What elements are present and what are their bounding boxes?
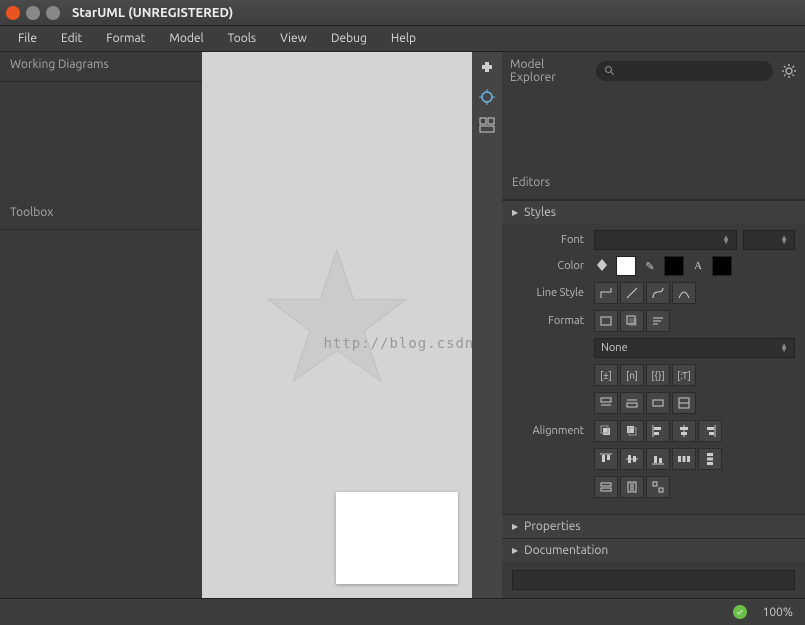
properties-section-header[interactable]: ▶ Properties <box>502 514 805 538</box>
search-icon <box>604 65 616 77</box>
color-label: Color <box>512 260 588 272</box>
maximize-icon[interactable] <box>46 6 60 20</box>
menu-edit[interactable]: Edit <box>49 28 94 49</box>
styles-section-header[interactable]: ▶ Styles <box>502 200 805 224</box>
distribute-vertical-button[interactable] <box>698 448 722 470</box>
show-visibility-button[interactable]: [±] <box>594 364 618 386</box>
align-bottom-button[interactable] <box>646 448 670 470</box>
menu-help[interactable]: Help <box>379 28 428 49</box>
toolbox-panel: Toolbox <box>0 200 202 598</box>
status-ok-icon[interactable]: ✓ <box>733 605 747 619</box>
gear-icon[interactable] <box>781 63 797 79</box>
right-column: Model Explorer Editors ▶ Styles Font <box>502 52 805 598</box>
documentation-textarea[interactable] <box>512 570 795 590</box>
show-shadow-button[interactable] <box>620 310 644 332</box>
align-right-button[interactable] <box>698 420 722 442</box>
staruml-logo-icon <box>262 243 412 393</box>
diagram-canvas[interactable]: http://blog.csdn.net/ <box>202 52 472 598</box>
suppress-attributes-button[interactable] <box>594 392 618 414</box>
editors-panel: Editors ▶ Styles Font ▲▼ ▲▼ Color <box>502 170 805 598</box>
chevron-right-icon: ▶ <box>512 522 518 531</box>
suppress-operations-button[interactable] <box>620 392 644 414</box>
window-titlebar: StarUML (UNREGISTERED) <box>0 0 805 26</box>
distribute-horizontal-button[interactable] <box>672 448 696 470</box>
linestyle-curve-button[interactable] <box>672 282 696 304</box>
match-height-button[interactable] <box>620 476 644 498</box>
documentation-label: Documentation <box>524 544 608 557</box>
working-diagrams-header: Working Diagrams <box>0 52 202 82</box>
working-diagrams-panel: Working Diagrams <box>0 52 202 200</box>
canvas-tool-strip <box>472 52 502 598</box>
chevron-right-icon: ▶ <box>512 546 518 555</box>
window-buttons <box>6 6 60 20</box>
suppress-literals-button[interactable] <box>672 392 696 414</box>
documentation-section-header[interactable]: ▶ Documentation <box>502 538 805 562</box>
align-middle-button[interactable] <box>620 448 644 470</box>
align-top-button[interactable] <box>594 448 618 470</box>
font-size-combo[interactable]: ▲▼ <box>743 230 795 250</box>
linestyle-label: Line Style <box>512 287 588 299</box>
font-family-combo[interactable]: ▲▼ <box>594 230 737 250</box>
minimize-icon[interactable] <box>26 6 40 20</box>
extension-icon[interactable] <box>478 60 496 78</box>
toolbox-header: Toolbox <box>0 200 202 230</box>
menu-model[interactable]: Model <box>157 28 215 49</box>
menubar: File Edit Format Model Tools View Debug … <box>0 26 805 52</box>
styles-label: Styles <box>524 206 556 219</box>
editors-header: Editors <box>502 170 805 200</box>
layout-icon[interactable] <box>478 116 496 134</box>
main-area: Working Diagrams Toolbox http://blog.csd… <box>0 52 805 598</box>
center-column: http://blog.csdn.net/ <box>202 52 502 598</box>
close-icon[interactable] <box>6 6 20 20</box>
model-explorer-panel: Model Explorer <box>502 52 805 170</box>
minimap[interactable] <box>336 492 458 584</box>
font-color-icon[interactable]: A <box>690 258 706 274</box>
align-center-button[interactable] <box>672 420 696 442</box>
search-box[interactable] <box>596 61 773 81</box>
bring-to-front-button[interactable] <box>594 420 618 442</box>
linestyle-rectilinear-button[interactable] <box>594 282 618 304</box>
linestyle-oblique-button[interactable] <box>620 282 644 304</box>
stereotype-display-combo[interactable]: None▲▼ <box>594 338 795 358</box>
alignment-label: Alignment <box>512 425 588 437</box>
word-wrap-button[interactable] <box>646 310 670 332</box>
documentation-body <box>502 562 805 598</box>
window-title: StarUML (UNREGISTERED) <box>72 6 233 20</box>
font-label: Font <box>512 234 588 246</box>
send-to-back-button[interactable] <box>620 420 644 442</box>
menu-view[interactable]: View <box>268 28 319 49</box>
menu-debug[interactable]: Debug <box>319 28 379 49</box>
auto-resize-button[interactable] <box>594 310 618 332</box>
match-size-button[interactable] <box>646 476 670 498</box>
linestyle-rounded-button[interactable] <box>646 282 670 304</box>
suppress-receptions-button[interactable] <box>646 392 670 414</box>
fill-icon[interactable] <box>594 258 610 274</box>
menu-format[interactable]: Format <box>94 28 157 49</box>
font-color-swatch[interactable] <box>712 256 732 276</box>
zoom-level[interactable]: 100% <box>763 606 793 619</box>
left-column: Working Diagrams Toolbox <box>0 52 202 598</box>
search-input[interactable] <box>616 65 765 77</box>
line-color-swatch[interactable] <box>664 256 684 276</box>
show-namespace-button[interactable]: [n] <box>620 364 644 386</box>
align-left-button[interactable] <box>646 420 670 442</box>
statusbar: ✓ 100% <box>0 598 805 625</box>
pencil-icon[interactable]: ✎ <box>642 258 658 274</box>
format-label: Format <box>512 315 588 327</box>
menu-tools[interactable]: Tools <box>216 28 269 49</box>
menu-file[interactable]: File <box>6 28 49 49</box>
target-icon[interactable] <box>478 88 496 106</box>
properties-label: Properties <box>524 520 580 533</box>
watermark-text: http://blog.csdn.net/ <box>324 336 473 352</box>
show-property-button[interactable]: [{}] <box>646 364 670 386</box>
show-type-button[interactable]: [:T] <box>672 364 696 386</box>
fill-color-swatch[interactable] <box>616 256 636 276</box>
styles-body: Font ▲▼ ▲▼ Color ✎ A <box>502 224 805 514</box>
model-explorer-header: Model Explorer <box>510 58 588 84</box>
match-width-button[interactable] <box>594 476 618 498</box>
chevron-right-icon: ▶ <box>512 208 518 217</box>
